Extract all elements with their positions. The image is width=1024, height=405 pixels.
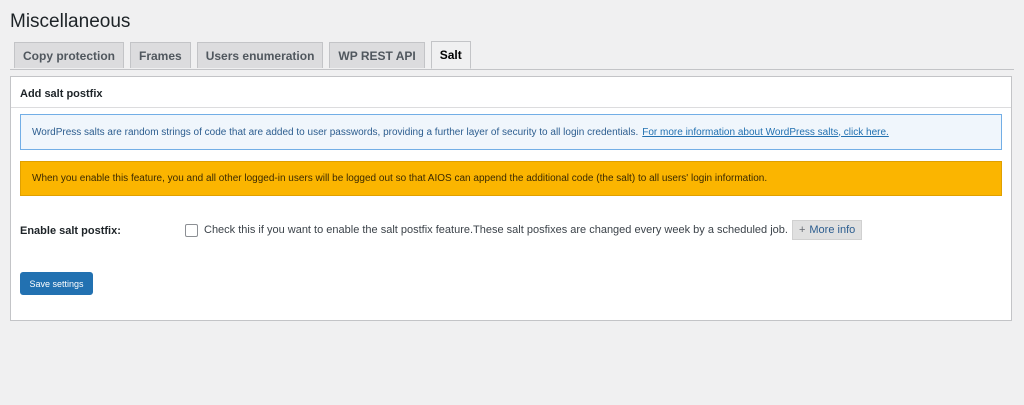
tab-copy-protection[interactable]: Copy protection (14, 42, 124, 68)
warning-notice-text: When you enable this feature, you and al… (32, 173, 768, 184)
more-info-label: More info (809, 224, 856, 236)
tabs-divider (10, 69, 1014, 70)
tab-wp-rest-api[interactable]: WP REST API (329, 42, 425, 68)
tab-users-enumeration[interactable]: Users enumeration (196, 42, 324, 68)
enable-salt-postfix-description: Check this if you want to enable the sal… (204, 224, 788, 236)
enable-salt-postfix-label: Enable salt postfix: (20, 225, 121, 237)
page-title: Miscellaneous (10, 11, 131, 32)
plus-icon: + (798, 224, 806, 236)
more-info-button[interactable]: + More info (791, 220, 863, 240)
info-notice: WordPress salts are random strings of co… (20, 114, 1002, 150)
save-settings-button[interactable]: Save settings (20, 272, 93, 295)
panel-heading: Add salt postfix (20, 88, 103, 100)
enable-salt-postfix-checkbox[interactable] (185, 223, 198, 237)
tab-bar: Copy protection Frames Users enumeration… (14, 41, 471, 69)
salts-info-link[interactable]: For more information about WordPress sal… (642, 127, 889, 138)
tab-salt[interactable]: Salt (430, 41, 471, 69)
warning-notice: When you enable this feature, you and al… (20, 161, 1002, 196)
info-notice-text: WordPress salts are random strings of co… (32, 126, 639, 138)
enable-salt-postfix-row: Check this if you want to enable the sal… (185, 220, 863, 240)
settings-panel: Add salt postfix WordPress salts are ran… (10, 76, 1012, 321)
panel-divider (11, 107, 1011, 108)
tab-frames[interactable]: Frames (130, 42, 191, 68)
